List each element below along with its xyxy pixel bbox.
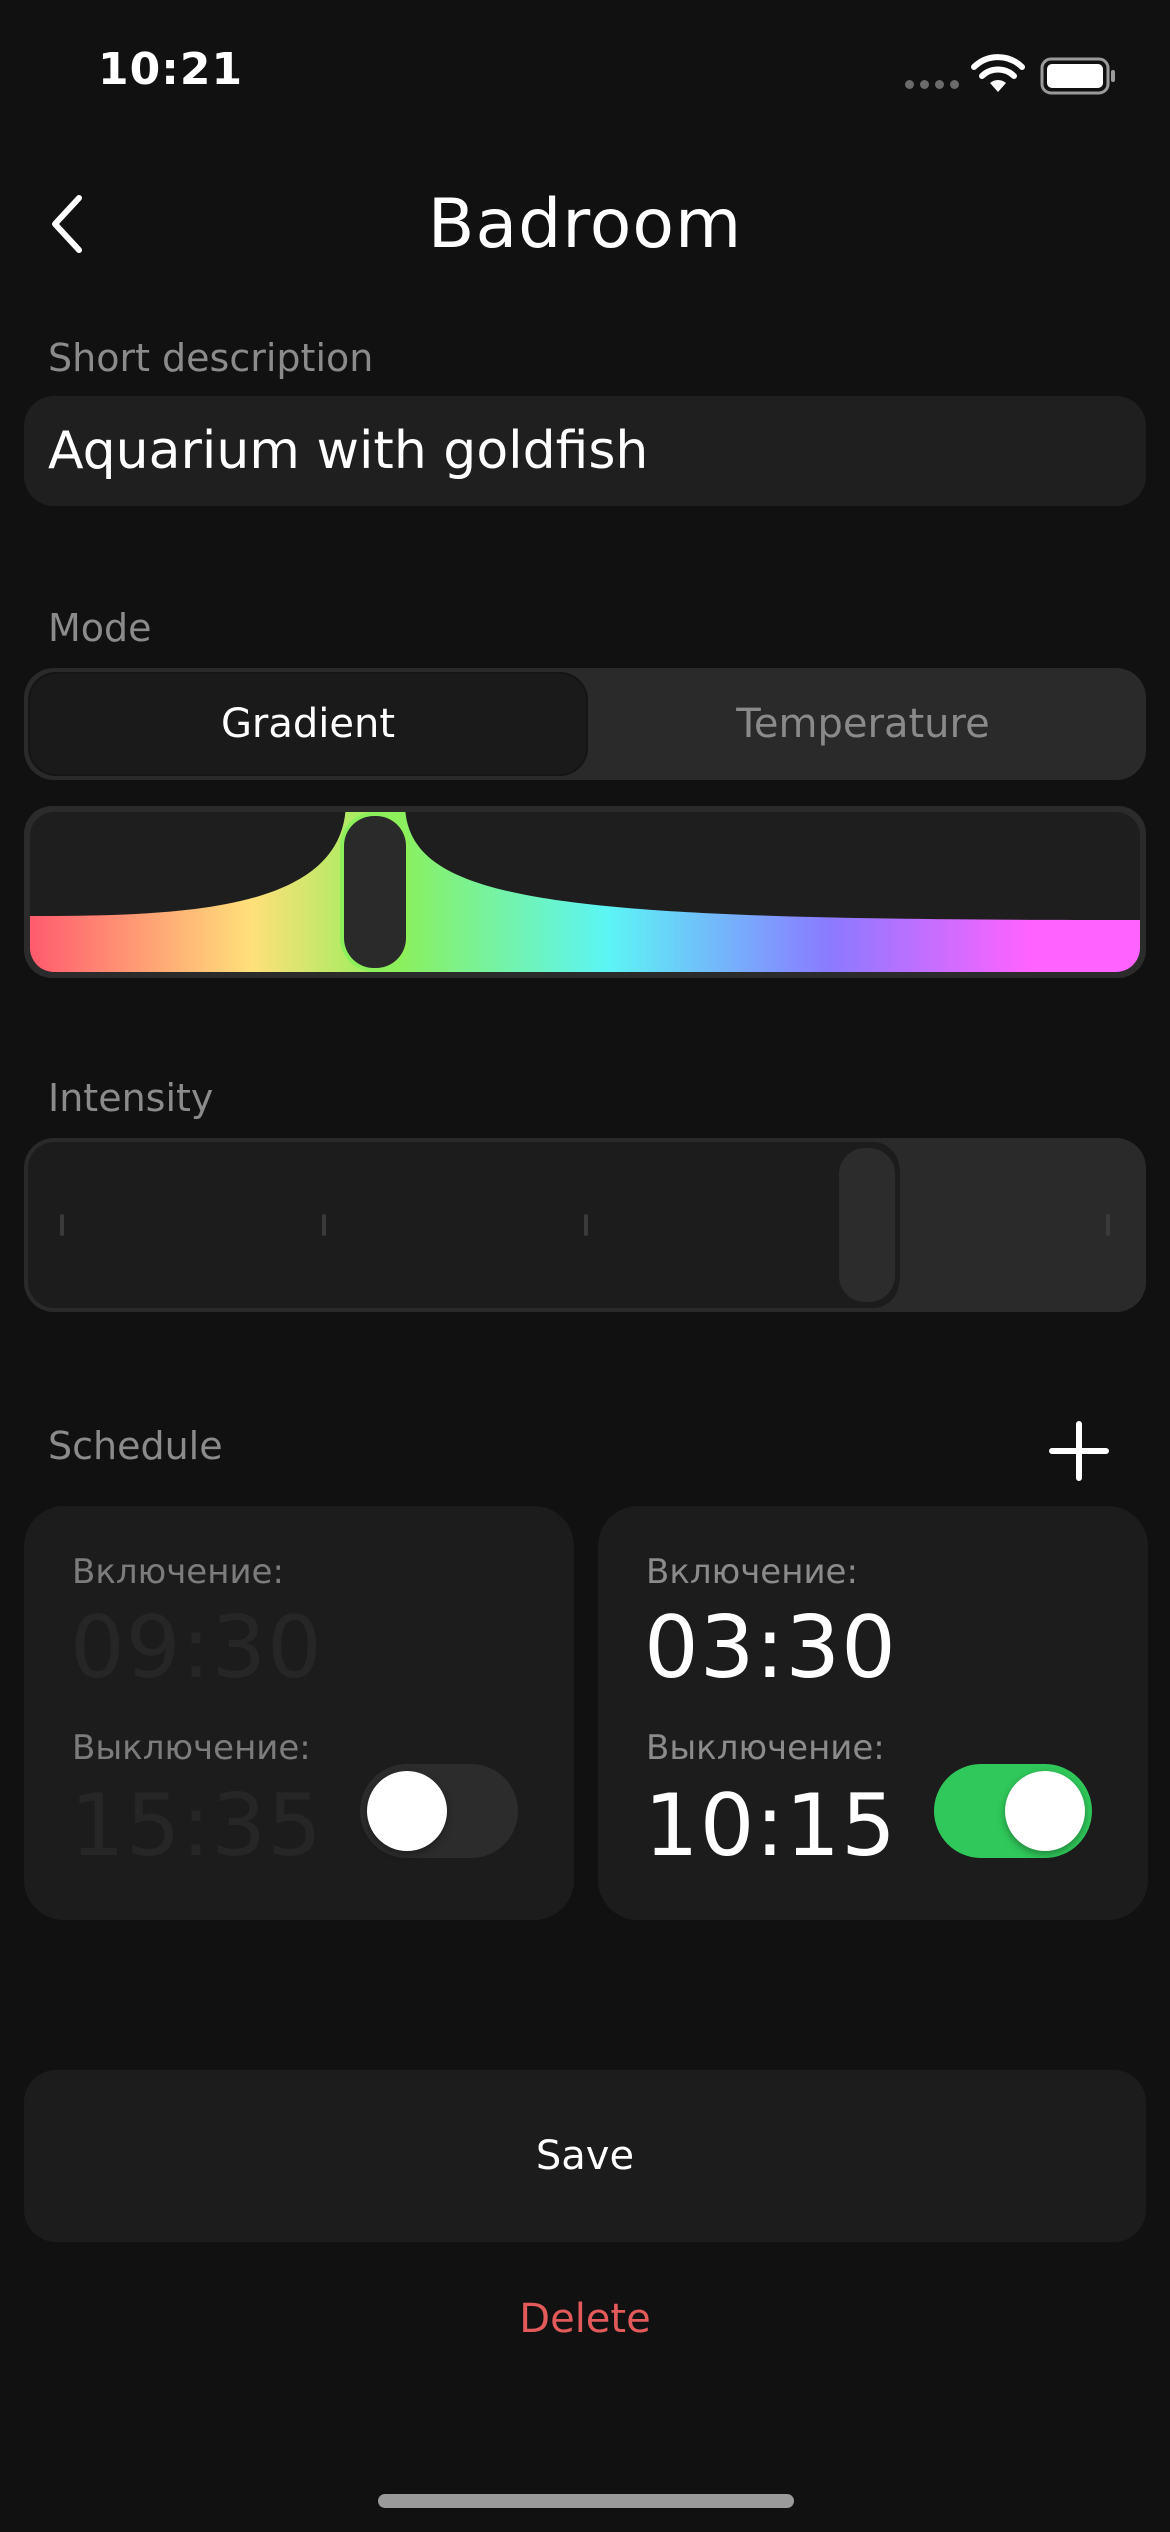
intensity-tick — [584, 1214, 588, 1236]
gradient-slider[interactable] — [24, 806, 1146, 978]
intensity-slider[interactable] — [24, 1138, 1146, 1312]
off-label: Выключение: — [646, 1728, 885, 1768]
intensity-tick — [1106, 1214, 1110, 1236]
description-field[interactable]: Aquarium with goldfish — [24, 396, 1146, 506]
off-label: Выключение: — [72, 1728, 311, 1768]
off-time[interactable]: 15:35 — [70, 1776, 323, 1876]
description-label: Short description — [48, 336, 374, 380]
add-schedule-icon[interactable] — [1048, 1420, 1110, 1482]
intensity-fill — [28, 1142, 899, 1308]
save-button[interactable]: Save — [24, 2070, 1146, 2242]
cellular-signal-icon — [905, 80, 965, 90]
mode-segmented-control: Gradient Temperature — [24, 668, 1146, 780]
off-time[interactable]: 10:15 — [644, 1776, 897, 1876]
on-label: Включение: — [646, 1552, 858, 1592]
delete-button[interactable]: Delete — [0, 2296, 1170, 2342]
schedule-card[interactable]: Включение: 09:30 Выключение: 15:35 — [24, 1506, 574, 1920]
intensity-label: Intensity — [48, 1076, 214, 1120]
status-time: 10:21 — [98, 44, 244, 95]
schedule-card[interactable]: Включение: 03:30 Выключение: 10:15 — [598, 1506, 1148, 1920]
tab-temperature[interactable]: Temperature — [586, 674, 1140, 774]
on-label: Включение: — [72, 1552, 284, 1592]
intensity-tick — [322, 1214, 326, 1236]
gradient-slider-thumb[interactable] — [344, 816, 407, 968]
schedule-label: Schedule — [48, 1424, 223, 1468]
intensity-tick — [60, 1214, 64, 1236]
home-indicator — [378, 2494, 794, 2508]
color-gradient-track — [30, 812, 1140, 972]
battery-icon — [1040, 57, 1115, 95]
on-time[interactable]: 09:30 — [70, 1598, 323, 1698]
schedule-toggle[interactable] — [934, 1764, 1092, 1858]
mode-label: Mode — [48, 606, 152, 650]
wifi-icon — [971, 54, 1025, 92]
on-time[interactable]: 03:30 — [644, 1598, 897, 1698]
page-title: Badroom — [427, 185, 743, 264]
tab-gradient[interactable]: Gradient — [30, 674, 586, 774]
schedule-toggle[interactable] — [360, 1764, 518, 1858]
intensity-slider-thumb[interactable] — [838, 1148, 895, 1302]
